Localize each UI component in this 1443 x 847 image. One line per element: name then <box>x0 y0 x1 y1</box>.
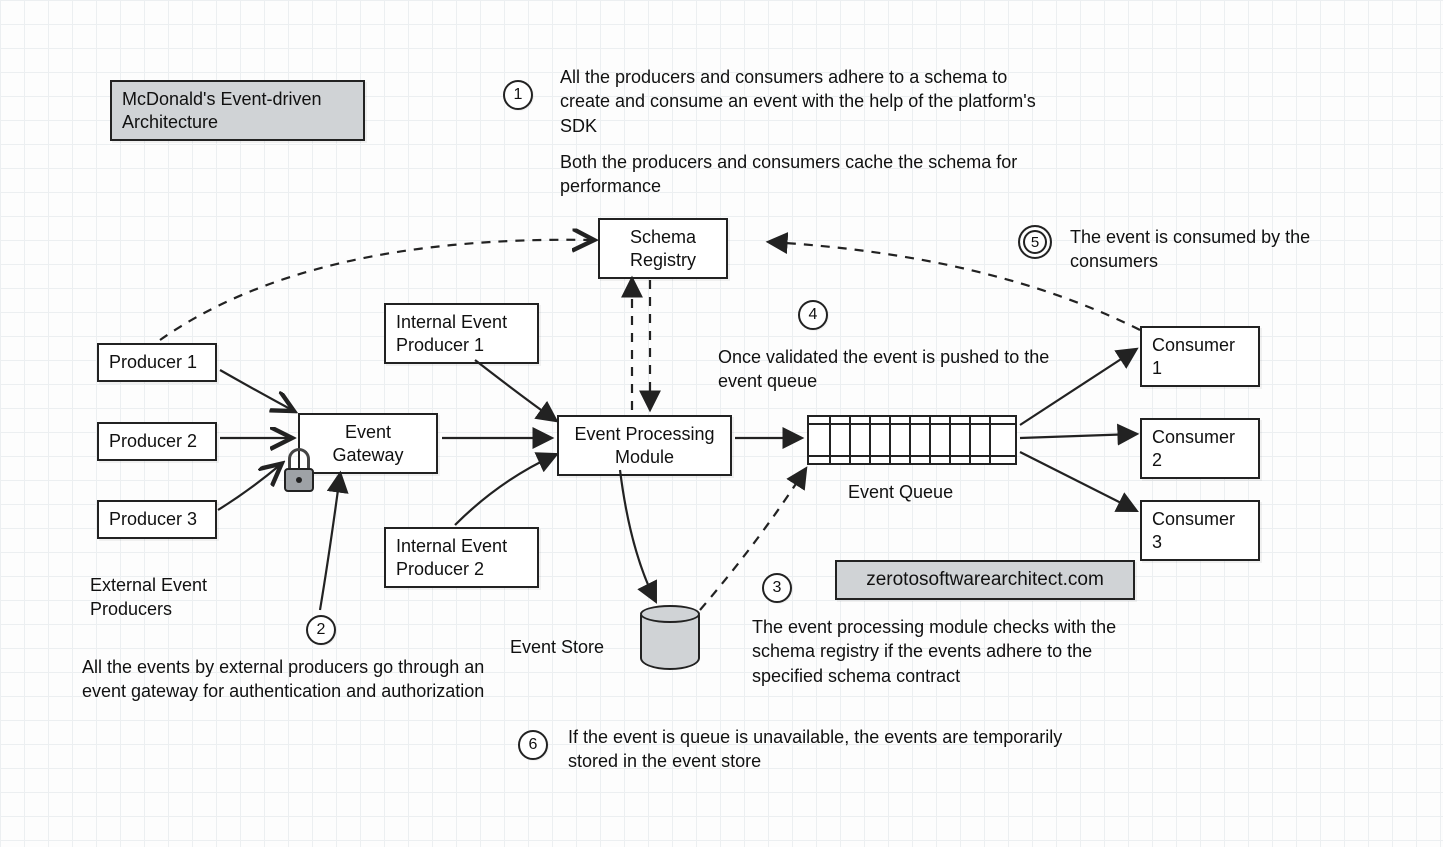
step-5-number: 5 <box>1018 225 1052 259</box>
consumer-3-box: Consumer 3 <box>1140 500 1260 561</box>
schema-registry-box: Schema Registry <box>598 218 728 279</box>
step-5-text: The event is consumed by the consumers <box>1070 225 1370 274</box>
step-3-text: The event processing module checks with … <box>752 615 1152 688</box>
producer-1-box: Producer 1 <box>97 343 217 382</box>
event-store-cylinder <box>640 605 700 678</box>
internal-producer-1-box: Internal Event Producer 1 <box>384 303 539 364</box>
lock-icon <box>282 448 316 492</box>
step-3-number: 3 <box>762 573 792 603</box>
event-queue-block <box>807 415 1017 465</box>
event-gateway-box: Event Gateway <box>298 413 438 474</box>
title-box: McDonald's Event-driven Architecture <box>110 80 365 141</box>
step-1-text-a: All the producers and consumers adhere t… <box>560 65 1060 138</box>
step-2-number: 2 <box>306 615 336 645</box>
consumer-1-box: Consumer 1 <box>1140 326 1260 387</box>
external-event-producers-label: External Event Producers <box>90 573 290 622</box>
step-4-text: Once validated the event is pushed to th… <box>718 345 1068 394</box>
event-store-label: Event Store <box>510 635 604 659</box>
step-1-number: 1 <box>503 80 533 110</box>
step-1-text-b: Both the producers and consumers cache t… <box>560 150 1060 199</box>
event-processing-module-box: Event Processing Module <box>557 415 732 476</box>
event-queue-label: Event Queue <box>848 480 953 504</box>
step-6-text: If the event is queue is unavailable, th… <box>568 725 1068 774</box>
producer-3-box: Producer 3 <box>97 500 217 539</box>
internal-producer-2-box: Internal Event Producer 2 <box>384 527 539 588</box>
watermark-box: zerotosoftwarearchitect.com <box>835 560 1135 600</box>
consumer-2-box: Consumer 2 <box>1140 418 1260 479</box>
step-2-text: All the events by external producers go … <box>82 655 502 704</box>
producer-2-box: Producer 2 <box>97 422 217 461</box>
step-6-number: 6 <box>518 730 548 760</box>
step-4-number: 4 <box>798 300 828 330</box>
